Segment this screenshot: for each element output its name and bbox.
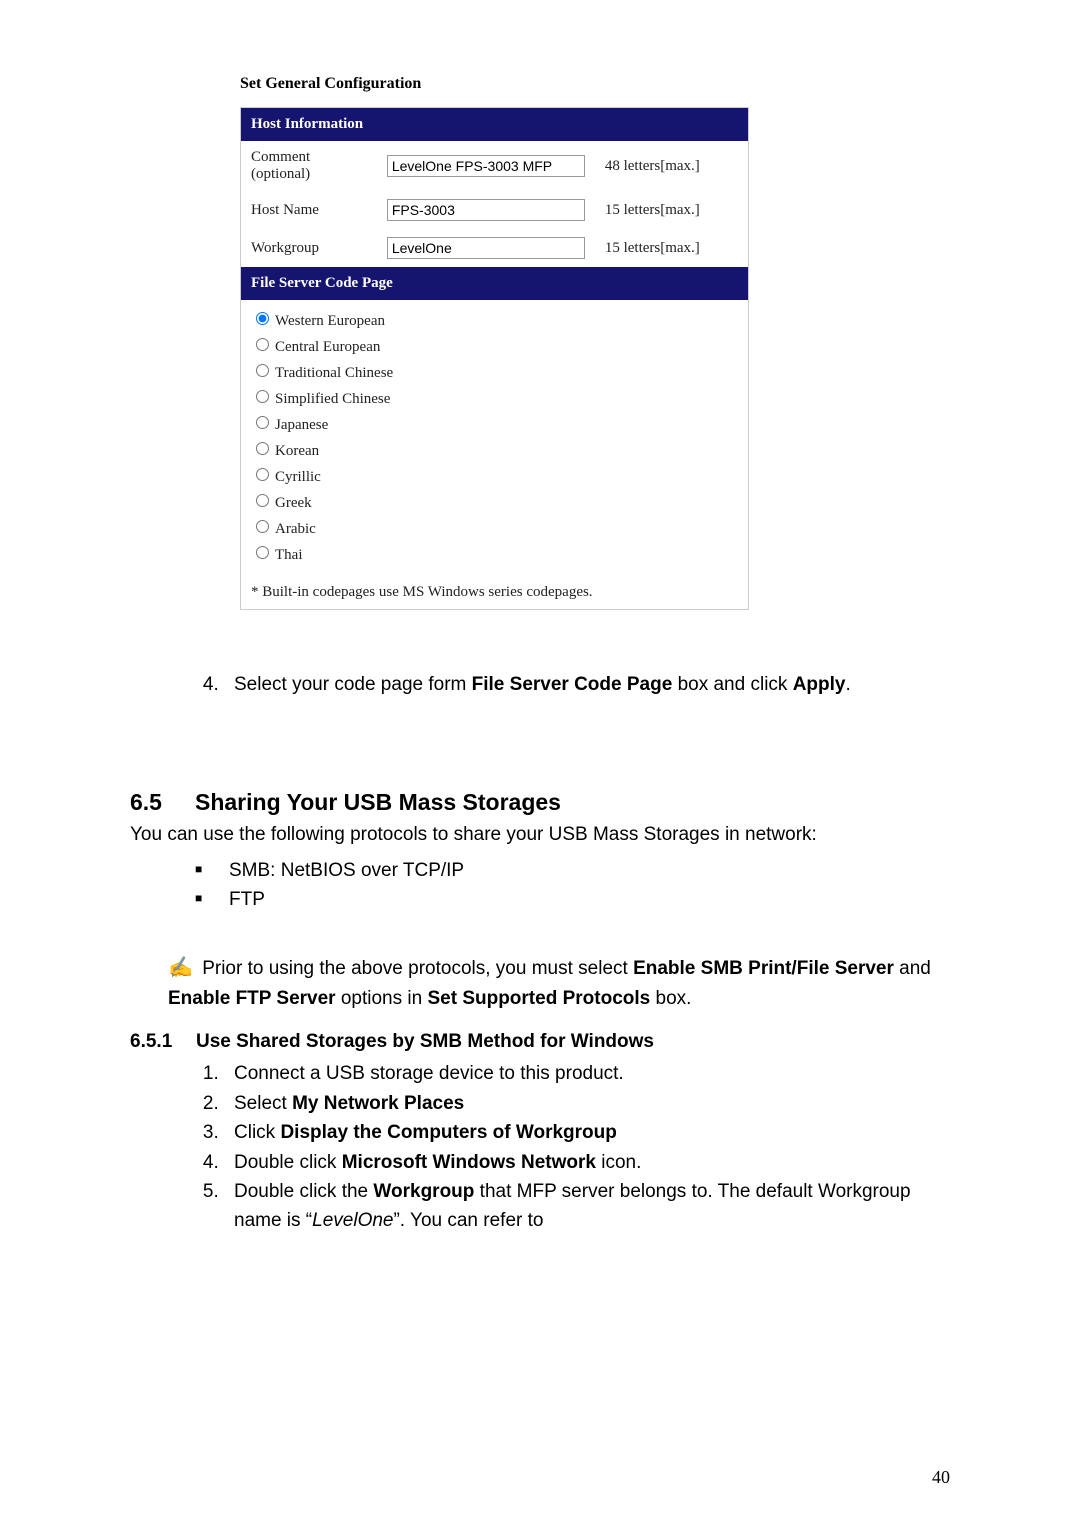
config-heading: Set General Configuration <box>240 75 749 93</box>
section-6-5-title: Sharing Your USB Mass Storages <box>195 789 561 815</box>
section-6-5-number: 6.5 <box>130 789 195 816</box>
bullet-smb: SMB: NetBIOS over TCP/IP <box>195 856 950 885</box>
codepage-option[interactable]: Simplified Chinese <box>251 386 738 412</box>
host-info-header: Host Information <box>241 108 749 142</box>
codepage-radio-group: Western EuropeanCentral EuropeanTraditio… <box>241 300 749 576</box>
codepage-option[interactable]: Traditional Chinese <box>251 360 738 386</box>
smb-step-3: Click Display the Computers of Workgroup <box>224 1118 950 1147</box>
smb-step-5: Double click the Workgroup that MFP serv… <box>224 1177 950 1236</box>
table-row: Host Name 15 letters[max.] <box>241 191 749 229</box>
s5b: Workgroup <box>373 1181 474 1202</box>
codepage-radio[interactable] <box>256 390 269 403</box>
s5d: LevelOne <box>312 1210 393 1231</box>
bullet-ftp: FTP <box>195 885 950 914</box>
smb-step-4: Double click Microsoft Windows Network i… <box>224 1148 950 1177</box>
step4-text-c: . <box>845 674 850 695</box>
table-row: Comment (optional) 48 letters[max.] <box>241 141 749 191</box>
codepage-option[interactable]: Arabic <box>251 516 738 542</box>
step-4: Select your code page form File Server C… <box>224 670 950 699</box>
s5e: ”. You can refer to <box>393 1210 543 1231</box>
note-text-b: and <box>894 958 931 979</box>
s3b: Display the Computers of Workgroup <box>280 1122 616 1143</box>
s4a: Double click <box>234 1152 342 1173</box>
host-info-table: Host Information Comment (optional) 48 l… <box>240 107 749 610</box>
note-text-a: Prior to using the above protocols, you … <box>202 958 633 979</box>
codepage-radio[interactable] <box>256 312 269 325</box>
codepage-header: File Server Code Page <box>241 267 749 300</box>
codepage-option[interactable]: Central European <box>251 334 738 360</box>
note-bold-3: Set Supported Protocols <box>427 988 650 1009</box>
step-list-4: Select your code page form File Server C… <box>184 670 950 699</box>
section-6-5-1-title: Use Shared Storages by SMB Method for Wi… <box>196 1031 654 1052</box>
note-text-d: box. <box>650 988 691 1009</box>
comment-label: Comment (optional) <box>241 141 377 191</box>
note-bold-1: Enable SMB Print/File Server <box>633 958 894 979</box>
codepage-radio[interactable] <box>256 520 269 533</box>
section-6-5-1-heading: 6.5.1Use Shared Storages by SMB Method f… <box>130 1031 950 1053</box>
codepage-radio[interactable] <box>256 442 269 455</box>
section-6-5-1-number: 6.5.1 <box>130 1031 196 1053</box>
note-block: ✍ Prior to using the above protocols, yo… <box>168 953 950 1013</box>
codepage-option[interactable]: Greek <box>251 490 738 516</box>
step4-text-b: box and click <box>672 674 792 695</box>
step4-text-a: Select your code page form <box>234 674 472 695</box>
page-number: 40 <box>932 1467 950 1488</box>
codepage-radio[interactable] <box>256 546 269 559</box>
hand-icon: ✍ <box>167 952 195 985</box>
codepage-radio[interactable] <box>256 494 269 507</box>
smb-step-2: Select My Network Places <box>224 1089 950 1118</box>
codepage-radio[interactable] <box>256 416 269 429</box>
section-6-5-heading: 6.5Sharing Your USB Mass Storages <box>130 789 950 816</box>
smb-steps-list: Connect a USB storage device to this pro… <box>184 1059 950 1236</box>
hostname-input[interactable] <box>387 199 585 221</box>
codepage-radio[interactable] <box>256 338 269 351</box>
codepage-radio[interactable] <box>256 364 269 377</box>
step4-bold-1: File Server Code Page <box>472 674 673 695</box>
codepage-option[interactable]: Western European <box>251 308 738 334</box>
s5a: Double click the <box>234 1181 373 1202</box>
section-6-5-intro: You can use the following protocols to s… <box>130 820 950 849</box>
workgroup-input[interactable] <box>387 237 585 259</box>
s3a: Click <box>234 1122 280 1143</box>
s2b: My Network Places <box>292 1093 464 1114</box>
codepage-radio[interactable] <box>256 468 269 481</box>
codepage-option[interactable]: Cyrillic <box>251 464 738 490</box>
hostname-hint: 15 letters[max.] <box>595 191 749 229</box>
hostname-label: Host Name <box>241 191 377 229</box>
config-screenshot: Set General Configuration Host Informati… <box>240 75 749 610</box>
workgroup-hint: 15 letters[max.] <box>595 229 749 267</box>
workgroup-label: Workgroup <box>241 229 377 267</box>
comment-input[interactable] <box>387 155 585 177</box>
s4b: Microsoft Windows Network <box>342 1152 596 1173</box>
codepage-option[interactable]: Korean <box>251 438 738 464</box>
codepage-option[interactable]: Thai <box>251 542 738 568</box>
note-text-c: options in <box>336 988 428 1009</box>
step4-bold-2: Apply <box>793 674 846 695</box>
table-row: Workgroup 15 letters[max.] <box>241 229 749 267</box>
comment-hint: 48 letters[max.] <box>595 141 749 191</box>
protocol-bullet-list: SMB: NetBIOS over TCP/IP FTP <box>195 856 950 915</box>
s4c: icon. <box>596 1152 641 1173</box>
note-bold-2: Enable FTP Server <box>168 988 336 1009</box>
codepage-option[interactable]: Japanese <box>251 412 738 438</box>
smb-step-1: Connect a USB storage device to this pro… <box>224 1059 950 1088</box>
s2a: Select <box>234 1093 292 1114</box>
codepage-footnote: * Built-in codepages use MS Windows seri… <box>241 576 749 610</box>
